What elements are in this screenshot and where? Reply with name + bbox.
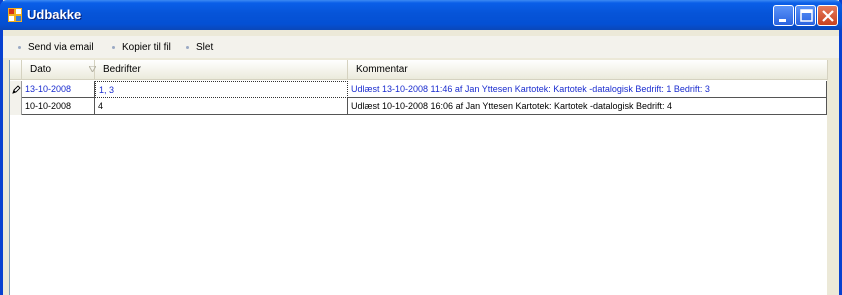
table-row[interactable]: 10-10-2008 4 Udlæst 10-10-2008 16:06 af … bbox=[10, 98, 828, 115]
column-header-bedrifter[interactable]: Bedrifter bbox=[95, 60, 348, 80]
cell-kommentar[interactable]: Udlæst 13-10-2008 11:46 af Jan Yttesen K… bbox=[348, 81, 827, 98]
column-header-kommentar[interactable]: Kommentar bbox=[348, 60, 828, 80]
column-header-kommentar-label: Kommentar bbox=[356, 64, 408, 75]
udbakke-window: Udbakke Send via email Kopier til fil Sl… bbox=[0, 0, 842, 295]
pencil-icon bbox=[12, 85, 21, 94]
cell-bedrifter-editing[interactable]: 1, 3 bbox=[95, 81, 348, 98]
cell-dato[interactable]: 13-10-2008 bbox=[22, 81, 95, 98]
bullet-icon bbox=[186, 45, 189, 49]
close-icon bbox=[822, 10, 834, 22]
cell-dato[interactable]: 10-10-2008 bbox=[22, 98, 95, 115]
column-header-bedrifter-label: Bedrifter bbox=[103, 64, 141, 75]
bullet-icon bbox=[18, 45, 21, 49]
row-header[interactable] bbox=[10, 98, 22, 115]
column-header-dato[interactable]: Dato bbox=[22, 60, 96, 80]
column-header-dato-label: Dato bbox=[30, 64, 52, 75]
row-header-corner bbox=[10, 60, 22, 80]
slet-button[interactable]: Slet bbox=[186, 40, 213, 54]
send-via-email-button[interactable]: Send via email bbox=[18, 40, 94, 54]
bullet-icon bbox=[112, 45, 115, 49]
minimize-icon bbox=[779, 19, 786, 22]
grid-header: Dato Bedrifter Kommentar bbox=[10, 60, 828, 80]
window-title: Udbakke bbox=[27, 7, 82, 22]
kopier-til-fil-button[interactable]: Kopier til fil bbox=[112, 40, 171, 54]
toolbar: Send via email Kopier til fil Slet bbox=[3, 36, 839, 58]
kopier-til-fil-label: Kopier til fil bbox=[122, 41, 171, 53]
minimize-button[interactable] bbox=[773, 5, 794, 26]
slet-label: Slet bbox=[196, 41, 214, 53]
table-row[interactable]: 13-10-2008 1, 3 Udlæst 13-10-2008 11:46 … bbox=[10, 81, 828, 98]
maximize-button[interactable] bbox=[795, 5, 816, 26]
cell-kommentar[interactable]: Udlæst 10-10-2008 16:06 af Jan Yttesen K… bbox=[348, 98, 827, 115]
maximize-icon bbox=[800, 9, 813, 22]
app-grid-icon bbox=[8, 8, 22, 22]
cell-bedrifter[interactable]: 4 bbox=[95, 98, 348, 115]
title-bar[interactable]: Udbakke bbox=[0, 0, 842, 30]
send-via-email-label: Send via email bbox=[28, 41, 94, 53]
close-button[interactable] bbox=[817, 5, 838, 26]
outbox-grid[interactable]: Dato Bedrifter Kommentar 13-10-2008 1, 3 bbox=[9, 60, 828, 295]
row-header[interactable] bbox=[10, 81, 22, 98]
